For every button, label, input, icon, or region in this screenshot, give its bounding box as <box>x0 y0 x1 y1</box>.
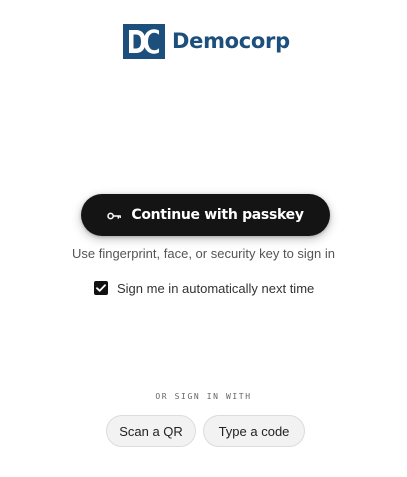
type-code-button[interactable]: Type a code <box>203 415 305 447</box>
remember-me-label: Sign me in automatically next time <box>117 280 315 296</box>
brand-name: Democorp <box>172 29 290 53</box>
dc-monogram-icon <box>129 29 159 54</box>
scan-qr-button[interactable]: Scan a QR <box>106 415 196 447</box>
democorp-logo: Democorp <box>123 24 290 59</box>
remember-me-option[interactable]: Sign me in automatically next time <box>94 280 314 296</box>
alternative-sign-in-heading: OR SIGN IN WITH <box>155 392 252 401</box>
passkey-helper-text: Use fingerprint, face, or security key t… <box>71 246 335 261</box>
alternative-sign-in-options: Scan a QR Type a code <box>106 415 305 447</box>
passkey-button-label: Continue with passkey <box>131 207 304 223</box>
key-icon <box>107 212 122 220</box>
continue-with-passkey-button[interactable]: Continue with passkey <box>81 194 330 236</box>
remember-me-checkbox[interactable] <box>94 281 108 295</box>
checkmark-icon <box>96 284 106 292</box>
dc-monogram-logo <box>123 24 165 59</box>
